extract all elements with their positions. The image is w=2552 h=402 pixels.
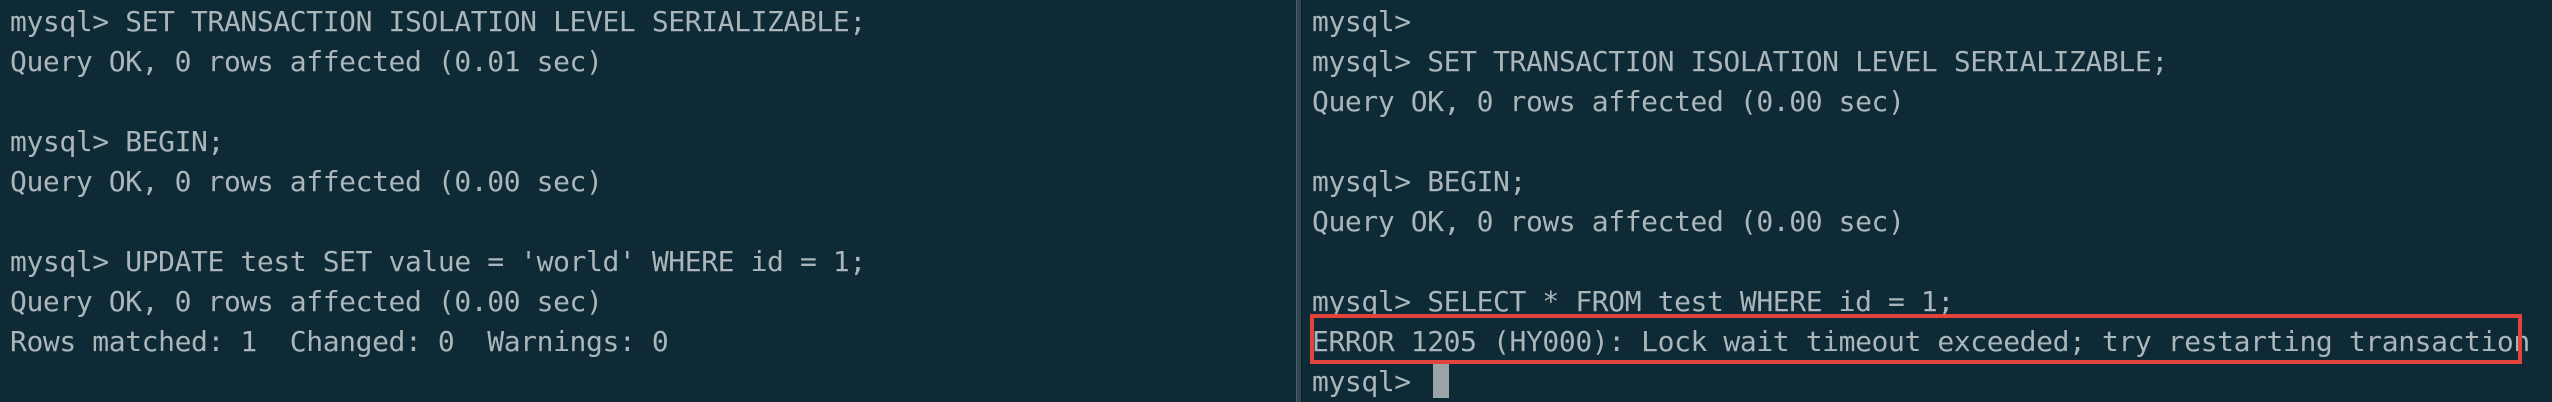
current-prompt: mysql>: [1312, 365, 1428, 398]
left-line-1: mysql> SET TRANSACTION ISOLATION LEVEL S…: [10, 5, 866, 38]
left-terminal-pane[interactable]: mysql> SET TRANSACTION ISOLATION LEVEL S…: [0, 0, 1296, 402]
error-message: ERROR 1205 (HY000): Lock wait timeout ex…: [1312, 325, 2530, 358]
right-line-1: mysql>: [1312, 5, 1411, 38]
left-line-9: Rows matched: 1 Changed: 0 Warnings: 0: [10, 325, 669, 358]
right-line-8: mysql> SELECT * FROM test WHERE id = 1;: [1312, 285, 1954, 318]
current-prompt-line[interactable]: mysql>: [1312, 362, 1450, 402]
left-line-8: Query OK, 0 rows affected (0.00 sec): [10, 285, 603, 318]
text-cursor: [1433, 364, 1450, 398]
terminal-window: mysql> SET TRANSACTION ISOLATION LEVEL S…: [0, 0, 2552, 402]
left-line-5: Query OK, 0 rows affected (0.00 sec): [10, 165, 603, 198]
right-line-2: mysql> SET TRANSACTION ISOLATION LEVEL S…: [1312, 45, 2168, 78]
right-line-3: Query OK, 0 rows affected (0.00 sec): [1312, 85, 1905, 118]
right-line-6: Query OK, 0 rows affected (0.00 sec): [1312, 205, 1905, 238]
left-line-2: Query OK, 0 rows affected (0.01 sec): [10, 45, 603, 78]
left-line-7: mysql> UPDATE test SET value = 'world' W…: [10, 245, 866, 278]
right-terminal-pane[interactable]: mysql> mysql> SET TRANSACTION ISOLATION …: [1302, 0, 2552, 402]
left-line-4: mysql> BEGIN;: [10, 125, 224, 158]
right-line-5: mysql> BEGIN;: [1312, 165, 1526, 198]
